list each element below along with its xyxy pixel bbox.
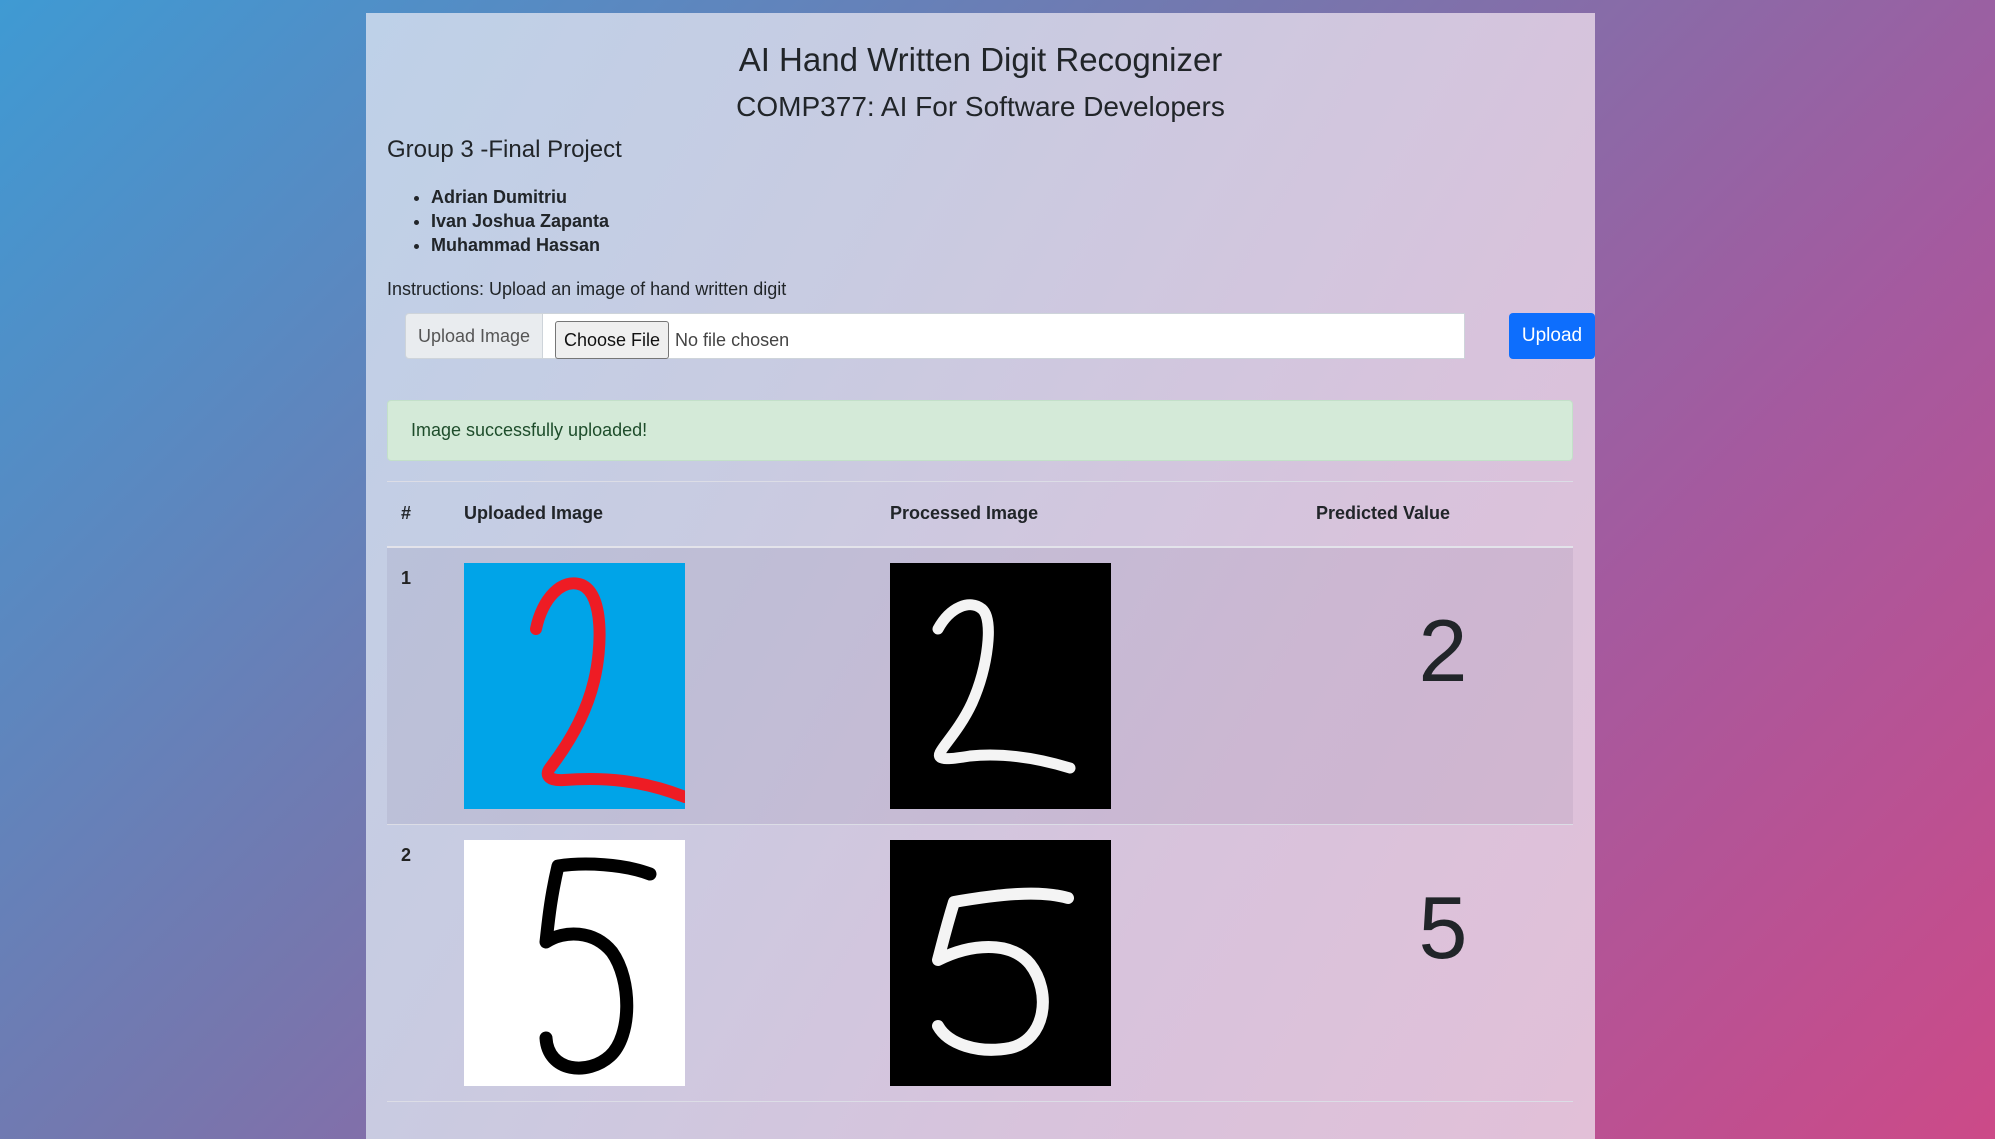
uploaded-image [464,840,685,1086]
upload-button[interactable]: Upload [1509,313,1595,359]
header-uploaded-image: Uploaded Image [464,503,604,523]
member-item: Adrian Dumitriu [431,185,609,209]
uploaded-image-background [464,563,685,809]
table-header: # Uploaded Image Processed Image Predict… [387,481,1573,548]
page-subtitle: COMP377: AI For Software Developers [736,91,1225,122]
upload-form: Upload Image Choose File No file chosen … [405,313,1595,359]
members-list: Adrian Dumitriu Ivan Joshua Zapanta Muha… [387,185,609,257]
processed-image-background [890,563,1111,809]
processed-image [890,563,1111,809]
file-input[interactable]: Choose File No file chosen [543,313,1465,359]
main-card: AI Hand Written Digit Recognizer COMP377… [366,13,1595,1139]
results-table: # Uploaded Image Processed Image Predict… [387,481,1573,1102]
header-processed-image: Processed Image [890,503,1039,523]
processed-image [890,840,1111,1086]
table-row: 2 5 [387,825,1573,1102]
member-item: Ivan Joshua Zapanta [431,209,609,233]
uploaded-image [464,563,685,809]
header-predicted-value: Predicted Value [1316,503,1451,523]
upload-image-label: Upload Image [405,313,543,359]
group-title: Group 3 -Final Project [387,136,622,163]
predicted-value: 2 [1418,601,1468,700]
success-alert: Image successfully uploaded! [387,400,1573,461]
instructions-text: Instructions: Upload an image of hand wr… [387,279,787,299]
row-number: 2 [401,845,412,865]
member-item: Muhammad Hassan [431,233,609,257]
choose-file-button[interactable]: Choose File [555,321,670,359]
row-number: 1 [401,568,412,588]
page-title: AI Hand Written Digit Recognizer [738,41,1223,78]
header-number: # [401,503,412,523]
file-status: No file chosen [675,329,790,350]
table-row: 1 2 [387,548,1573,825]
predicted-value: 5 [1418,878,1468,977]
